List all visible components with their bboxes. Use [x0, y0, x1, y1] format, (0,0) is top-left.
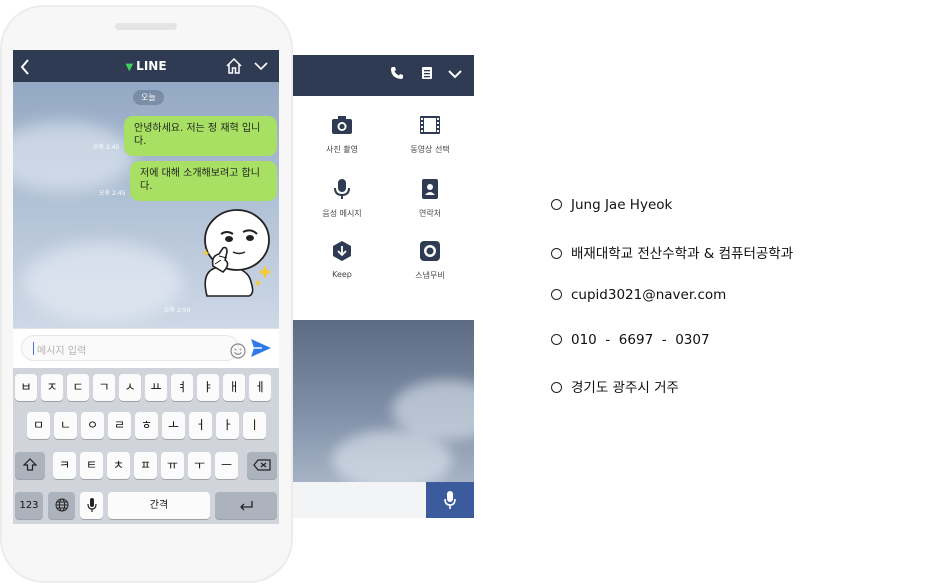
message-time: 오후 2:45 [99, 190, 126, 197]
profile-phone-text: 010 - 6697 - 0307 [571, 332, 710, 348]
key[interactable]: ㅊ [107, 452, 130, 479]
menu-item-keep[interactable]: Keep [302, 240, 382, 279]
key[interactable]: ㅓ [189, 412, 212, 439]
key[interactable]: ㅑ [197, 374, 219, 401]
message-input-bar: 메시지 입력 [13, 328, 279, 369]
document-icon[interactable] [418, 66, 436, 84]
date-chip: 오늘 [133, 90, 164, 105]
key[interactable]: ㅠ [161, 452, 184, 479]
key[interactable]: ㄱ [93, 374, 115, 401]
phone-screen: ▼ LINE 오늘 오후 2:45 안녕하세요. 저는 정 재혁 입니다. 오후 … [13, 50, 279, 524]
circle-bullet-icon [551, 382, 562, 393]
message-input[interactable]: 메시지 입력 [21, 335, 246, 361]
attachment-panel: 사진 촬영 동영상 선택 음성 메시지 연락처 Keep 스냅무비 [292, 55, 474, 518]
film-icon [419, 114, 441, 136]
globe-key[interactable] [48, 492, 75, 519]
shield-icon: ▼ [125, 62, 134, 73]
app-title-text: LINE [136, 59, 167, 73]
profile-address: 경기도 광주시 거주 [551, 376, 679, 396]
key[interactable]: ㄹ [108, 412, 131, 439]
key[interactable]: ㅍ [134, 452, 157, 479]
panel-header [292, 55, 474, 96]
circle-bullet-icon [551, 199, 562, 210]
phone-speaker [115, 23, 177, 30]
profile-name-text: Jung Jae Hyeok [571, 197, 673, 213]
profile-email-text: cupid3021@naver.com [571, 287, 727, 303]
key[interactable]: ㅌ [80, 452, 103, 479]
globe-icon [55, 498, 68, 512]
key[interactable]: ㅗ [162, 412, 185, 439]
message-time: 오후 2:45 [93, 144, 120, 151]
key[interactable]: ㅕ [171, 374, 193, 401]
menu-item-take-photo[interactable]: 사진 촬영 [302, 114, 382, 155]
key[interactable]: ㅜ [188, 452, 211, 479]
phone-call-icon[interactable] [388, 66, 406, 84]
mic-icon [331, 178, 353, 200]
snapmovie-icon [419, 240, 441, 262]
chat-area: 오늘 오후 2:45 안녕하세요. 저는 정 재혁 입니다. 오후 2:45 저… [13, 82, 279, 328]
message-input-placeholder: 메시지 입력 [37, 346, 87, 357]
profile-education-text: 배재대학교 전산수학과 & 컴퓨터공학과 [571, 246, 794, 262]
shift-key[interactable] [15, 452, 45, 479]
key[interactable]: ㅈ [41, 374, 63, 401]
message-bubble[interactable]: 저에 대해 소개해보려고 합니다. [130, 161, 277, 201]
menu-item-contacts[interactable]: 연락처 [390, 178, 470, 219]
phone-frame: ▼ LINE 오늘 오후 2:45 안녕하세요. 저는 정 재혁 입니다. 오후 … [0, 5, 293, 583]
panel-footer [292, 482, 474, 518]
voice-record-button[interactable] [426, 482, 474, 518]
shift-icon [22, 458, 38, 471]
menu-item-select-video[interactable]: 동영상 선택 [390, 114, 470, 155]
voice-key[interactable] [80, 492, 103, 519]
moon-sticker[interactable] [197, 208, 277, 298]
chevron-down-icon[interactable] [253, 58, 269, 77]
enter-icon [240, 501, 253, 511]
key[interactable]: ㅎ [135, 412, 158, 439]
contact-icon [419, 178, 441, 200]
korean-keyboard: ㅂ ㅈ ㄷ ㄱ ㅅ ㅛ ㅕ ㅑ ㅐ ㅔ ㅁ ㄴ ㅇ ㄹ ㅎ ㅗ ㅓ ㅏ ㅣ ㅋ … [13, 368, 279, 524]
emoji-icon[interactable] [230, 343, 246, 363]
key[interactable]: ㅅ [119, 374, 141, 401]
key[interactable]: ㅋ [53, 452, 76, 479]
text-caret [33, 342, 34, 355]
profile-name: Jung Jae Hyeok [551, 197, 672, 213]
menu-item-voice-message[interactable]: 음성 메시지 [302, 178, 382, 219]
mic-icon [86, 498, 97, 512]
key[interactable]: ㅇ [81, 412, 104, 439]
key[interactable]: ㅣ [243, 412, 266, 439]
sticker-time: 오후 2:50 [164, 307, 191, 314]
key[interactable]: ㄴ [54, 412, 77, 439]
profile-address-text: 경기도 광주시 거주 [571, 380, 679, 396]
key[interactable]: ㅛ [145, 374, 167, 401]
circle-bullet-icon [551, 289, 562, 300]
space-key[interactable]: 간격 [108, 492, 210, 519]
mic-icon [444, 491, 456, 509]
message-bubble[interactable]: 안녕하세요. 저는 정 재혁 입니다. [124, 116, 277, 156]
menu-item-snapmovie[interactable]: 스냅무비 [390, 240, 470, 281]
keep-icon [331, 240, 353, 262]
profile-education: 배재대학교 전산수학과 & 컴퓨터공학과 [551, 242, 793, 262]
key[interactable]: ㅡ [215, 452, 238, 479]
home-icon[interactable] [225, 57, 243, 79]
profile-phone: 010 - 6697 - 0307 [551, 332, 710, 348]
backspace-key[interactable] [247, 452, 277, 479]
key[interactable]: ㅂ [15, 374, 37, 401]
enter-key[interactable] [215, 492, 277, 519]
chat-header: ▼ LINE [13, 50, 279, 82]
camera-icon [331, 114, 353, 136]
circle-bullet-icon [551, 334, 562, 345]
numbers-key[interactable]: 123 [15, 492, 43, 519]
key[interactable]: ㅏ [216, 412, 239, 439]
key[interactable]: ㄷ [67, 374, 89, 401]
key[interactable]: ㅔ [249, 374, 271, 401]
circle-bullet-icon [551, 248, 562, 259]
attachment-menu: 사진 촬영 동영상 선택 음성 메시지 연락처 Keep 스냅무비 [292, 96, 474, 320]
chevron-down-icon[interactable] [446, 66, 464, 84]
key[interactable]: ㅁ [27, 412, 50, 439]
send-icon[interactable] [250, 338, 272, 362]
key[interactable]: ㅐ [223, 374, 245, 401]
panel-background [292, 320, 474, 490]
backspace-icon [253, 459, 271, 471]
profile-email: cupid3021@naver.com [551, 287, 726, 303]
